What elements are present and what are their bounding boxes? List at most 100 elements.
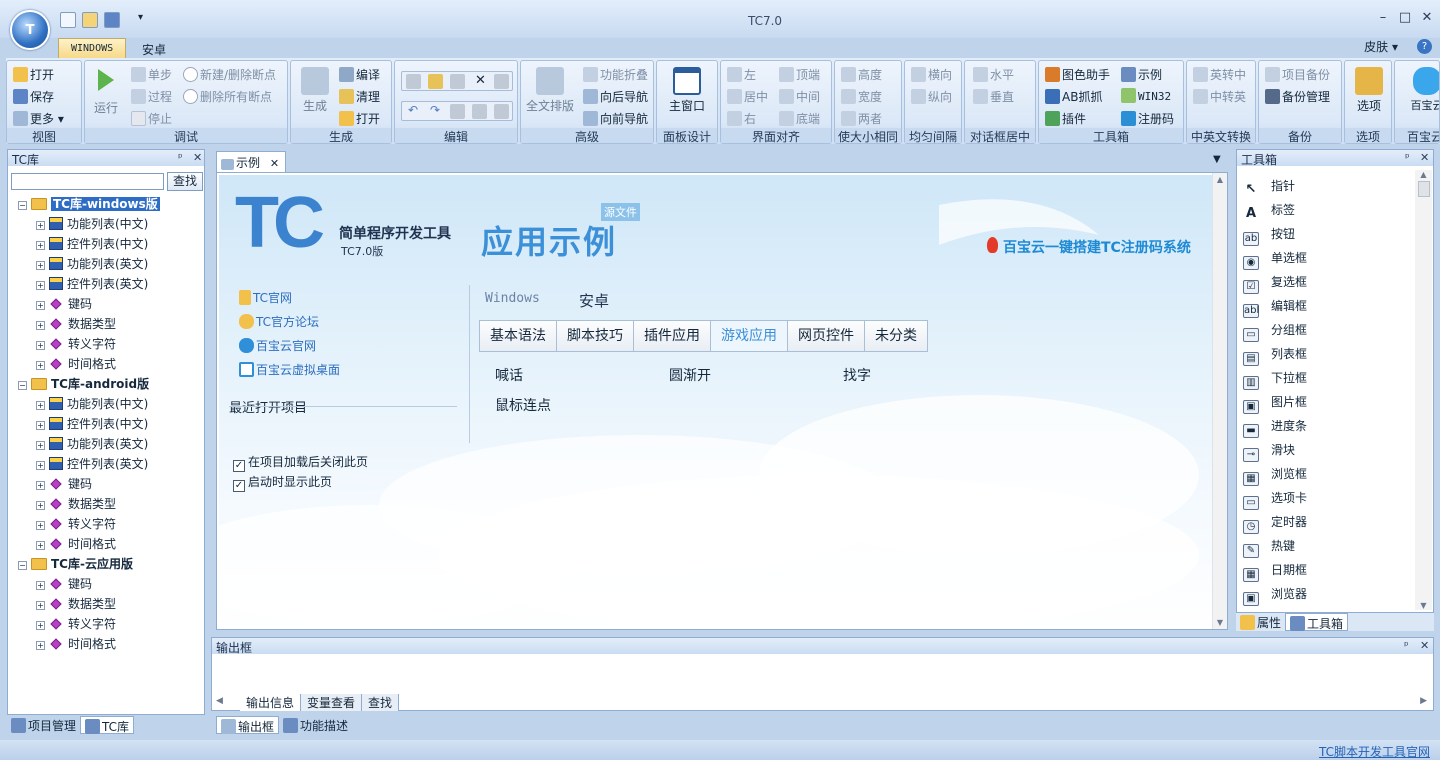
save-button[interactable]: 保存 [13, 88, 54, 105]
scroll-down-icon[interactable]: ▼ [1213, 618, 1227, 627]
select-all-icon[interactable] [494, 74, 509, 89]
more-button[interactable]: 更多 ▾ [13, 110, 64, 127]
tree-item[interactable]: + 功能列表(中文) [36, 394, 148, 414]
expand-icon[interactable]: + [36, 301, 45, 310]
skin-menu[interactable]: 皮肤 ▾ [1364, 38, 1398, 55]
step-button[interactable]: 单步 [131, 66, 172, 83]
tab-variable-view[interactable]: 变量查看 [301, 694, 363, 711]
toolbox-item[interactable]: ▬ 进度条 [1243, 414, 1307, 438]
tree-item[interactable]: + 键码 [36, 574, 92, 594]
align-middle-button[interactable]: 中间 [779, 88, 820, 105]
maximize-icon[interactable]: □ [1394, 10, 1416, 25]
expand-icon[interactable]: + [36, 281, 45, 290]
tree-folder[interactable]: − TC库-windows版 [18, 194, 160, 214]
toolbox-item[interactable]: ▥ 下拉框 [1243, 366, 1307, 390]
toolbox-item[interactable]: ↖ 指针 [1243, 174, 1295, 198]
panel-close-icon[interactable]: ✕ [193, 151, 202, 164]
toolbox-item[interactable]: ▭ 分组框 [1243, 318, 1307, 342]
toolbox-item[interactable]: ▣ 图片框 [1243, 390, 1307, 414]
find-icon[interactable] [450, 104, 465, 119]
align-left-button[interactable]: 左 [727, 66, 756, 83]
expand-icon[interactable]: + [36, 421, 45, 430]
scroll-up-icon[interactable]: ▲ [1415, 170, 1432, 179]
tab-function-description[interactable]: 功能描述 [279, 716, 352, 734]
baibaoyun-promo-link[interactable]: 百宝云一键搭建TC注册码系统 [1003, 237, 1191, 257]
tree-item[interactable]: + 时间格式 [36, 534, 116, 554]
tab-project-manage[interactable]: 项目管理 [7, 716, 80, 734]
example-item[interactable]: 鼠标连点 [495, 395, 551, 415]
expand-icon[interactable]: + [36, 341, 45, 350]
tree-item[interactable]: + 时间格式 [36, 354, 116, 374]
source-file-badge[interactable]: 源文件 [601, 203, 640, 221]
toolbox-item[interactable]: ◷ 定时器 [1243, 510, 1307, 534]
project-backup-button[interactable]: 项目备份 [1265, 66, 1330, 83]
replace-icon[interactable] [494, 104, 509, 119]
nav-back-button[interactable]: 向后导航 [583, 88, 648, 105]
paste-icon[interactable] [428, 74, 443, 89]
tab-output-box[interactable]: 输出框 [216, 716, 280, 734]
expand-icon[interactable]: + [36, 441, 45, 450]
expand-icon[interactable]: + [36, 501, 45, 510]
procedure-button[interactable]: 过程 [131, 88, 172, 105]
copy-icon[interactable] [450, 74, 465, 89]
color-helper-button[interactable]: 图色助手 [1045, 66, 1110, 83]
expand-icon[interactable]: + [36, 461, 45, 470]
tree-item[interactable]: + 控件列表(中文) [36, 234, 148, 254]
expand-icon[interactable]: + [36, 401, 45, 410]
toolbox-item[interactable]: ☑ 复选框 [1243, 270, 1307, 294]
help-icon[interactable]: ? [1417, 39, 1432, 54]
tree-item[interactable]: + 键码 [36, 294, 92, 314]
tab-toolbox[interactable]: 工具箱 [1285, 613, 1349, 631]
expand-icon[interactable]: + [36, 241, 45, 250]
link-virtual-desktop[interactable]: 百宝云虚拟桌面 [239, 361, 340, 378]
center-horizontal-button[interactable]: 水平 [973, 66, 1014, 83]
tree-item[interactable]: + 控件列表(中文) [36, 414, 148, 434]
undo-icon[interactable]: ↶ [408, 103, 418, 117]
expand-icon[interactable]: + [36, 621, 45, 630]
toolbox-scrollbar[interactable]: ▲ ▼ [1415, 170, 1432, 610]
run-button[interactable]: 运行 [91, 67, 121, 116]
platform-windows[interactable]: Windows [485, 291, 540, 306]
tab-android[interactable]: 安卓 [130, 38, 178, 58]
ab-grab-button[interactable]: AB抓抓 [1045, 88, 1102, 105]
tab-plugin-apps[interactable]: 插件应用 [633, 320, 711, 352]
expand-icon[interactable]: + [36, 601, 45, 610]
toggle-breakpoint-button[interactable]: 新建/删除断点 [183, 66, 276, 83]
scroll-thumb[interactable] [1417, 181, 1430, 197]
example-item[interactable]: 找字 [843, 365, 871, 385]
delete-icon[interactable]: ✕ [475, 73, 486, 88]
space-horizontal-button[interactable]: 横向 [911, 66, 952, 83]
toolbox-item[interactable]: ▤ 列表框 [1243, 342, 1307, 366]
plugin-button[interactable]: 插件 [1045, 110, 1086, 127]
center-vertical-button[interactable]: 垂直 [973, 88, 1014, 105]
tab-properties[interactable]: 属性 [1236, 613, 1285, 631]
panel-close-icon[interactable]: ✕ [1420, 639, 1429, 652]
expand-icon[interactable]: + [36, 321, 45, 330]
expand-icon[interactable]: − [18, 381, 27, 390]
register-code-button[interactable]: 注册码 [1121, 110, 1174, 127]
cn-to-en-button[interactable]: 中转英 [1193, 88, 1246, 105]
expand-icon[interactable]: − [18, 201, 27, 210]
open-output-button[interactable]: 打开 [339, 110, 380, 127]
expand-icon[interactable]: + [36, 641, 45, 650]
tab-windows[interactable]: WINDOWS [58, 38, 127, 58]
library-search-button[interactable]: 查找 [167, 172, 203, 191]
tab-example[interactable]: 示例 ✕ [216, 151, 286, 172]
expand-icon[interactable]: + [36, 261, 45, 270]
expand-icon[interactable]: + [36, 541, 45, 550]
tab-web-controls[interactable]: 网页控件 [787, 320, 865, 352]
en-to-cn-button[interactable]: 英转中 [1193, 66, 1246, 83]
align-right-button[interactable]: 右 [727, 110, 756, 127]
toolbox-item[interactable]: ▦ 日期框 [1243, 558, 1307, 582]
tree-item[interactable]: + 数据类型 [36, 494, 116, 514]
tree-item[interactable]: + 数据类型 [36, 314, 116, 334]
scroll-up-icon[interactable]: ▲ [1213, 173, 1227, 184]
options-button[interactable]: 选项 [1349, 67, 1389, 114]
example-item[interactable]: 圆渐开 [669, 365, 711, 385]
tab-find[interactable]: 查找 [362, 694, 400, 711]
align-top-button[interactable]: 顶端 [779, 66, 820, 83]
backup-manage-button[interactable]: 备份管理 [1265, 88, 1330, 105]
redo-icon[interactable]: ↷ [430, 103, 440, 117]
platform-android[interactable]: 安卓 [579, 290, 609, 311]
tree-item[interactable]: + 转义字符 [36, 614, 116, 634]
